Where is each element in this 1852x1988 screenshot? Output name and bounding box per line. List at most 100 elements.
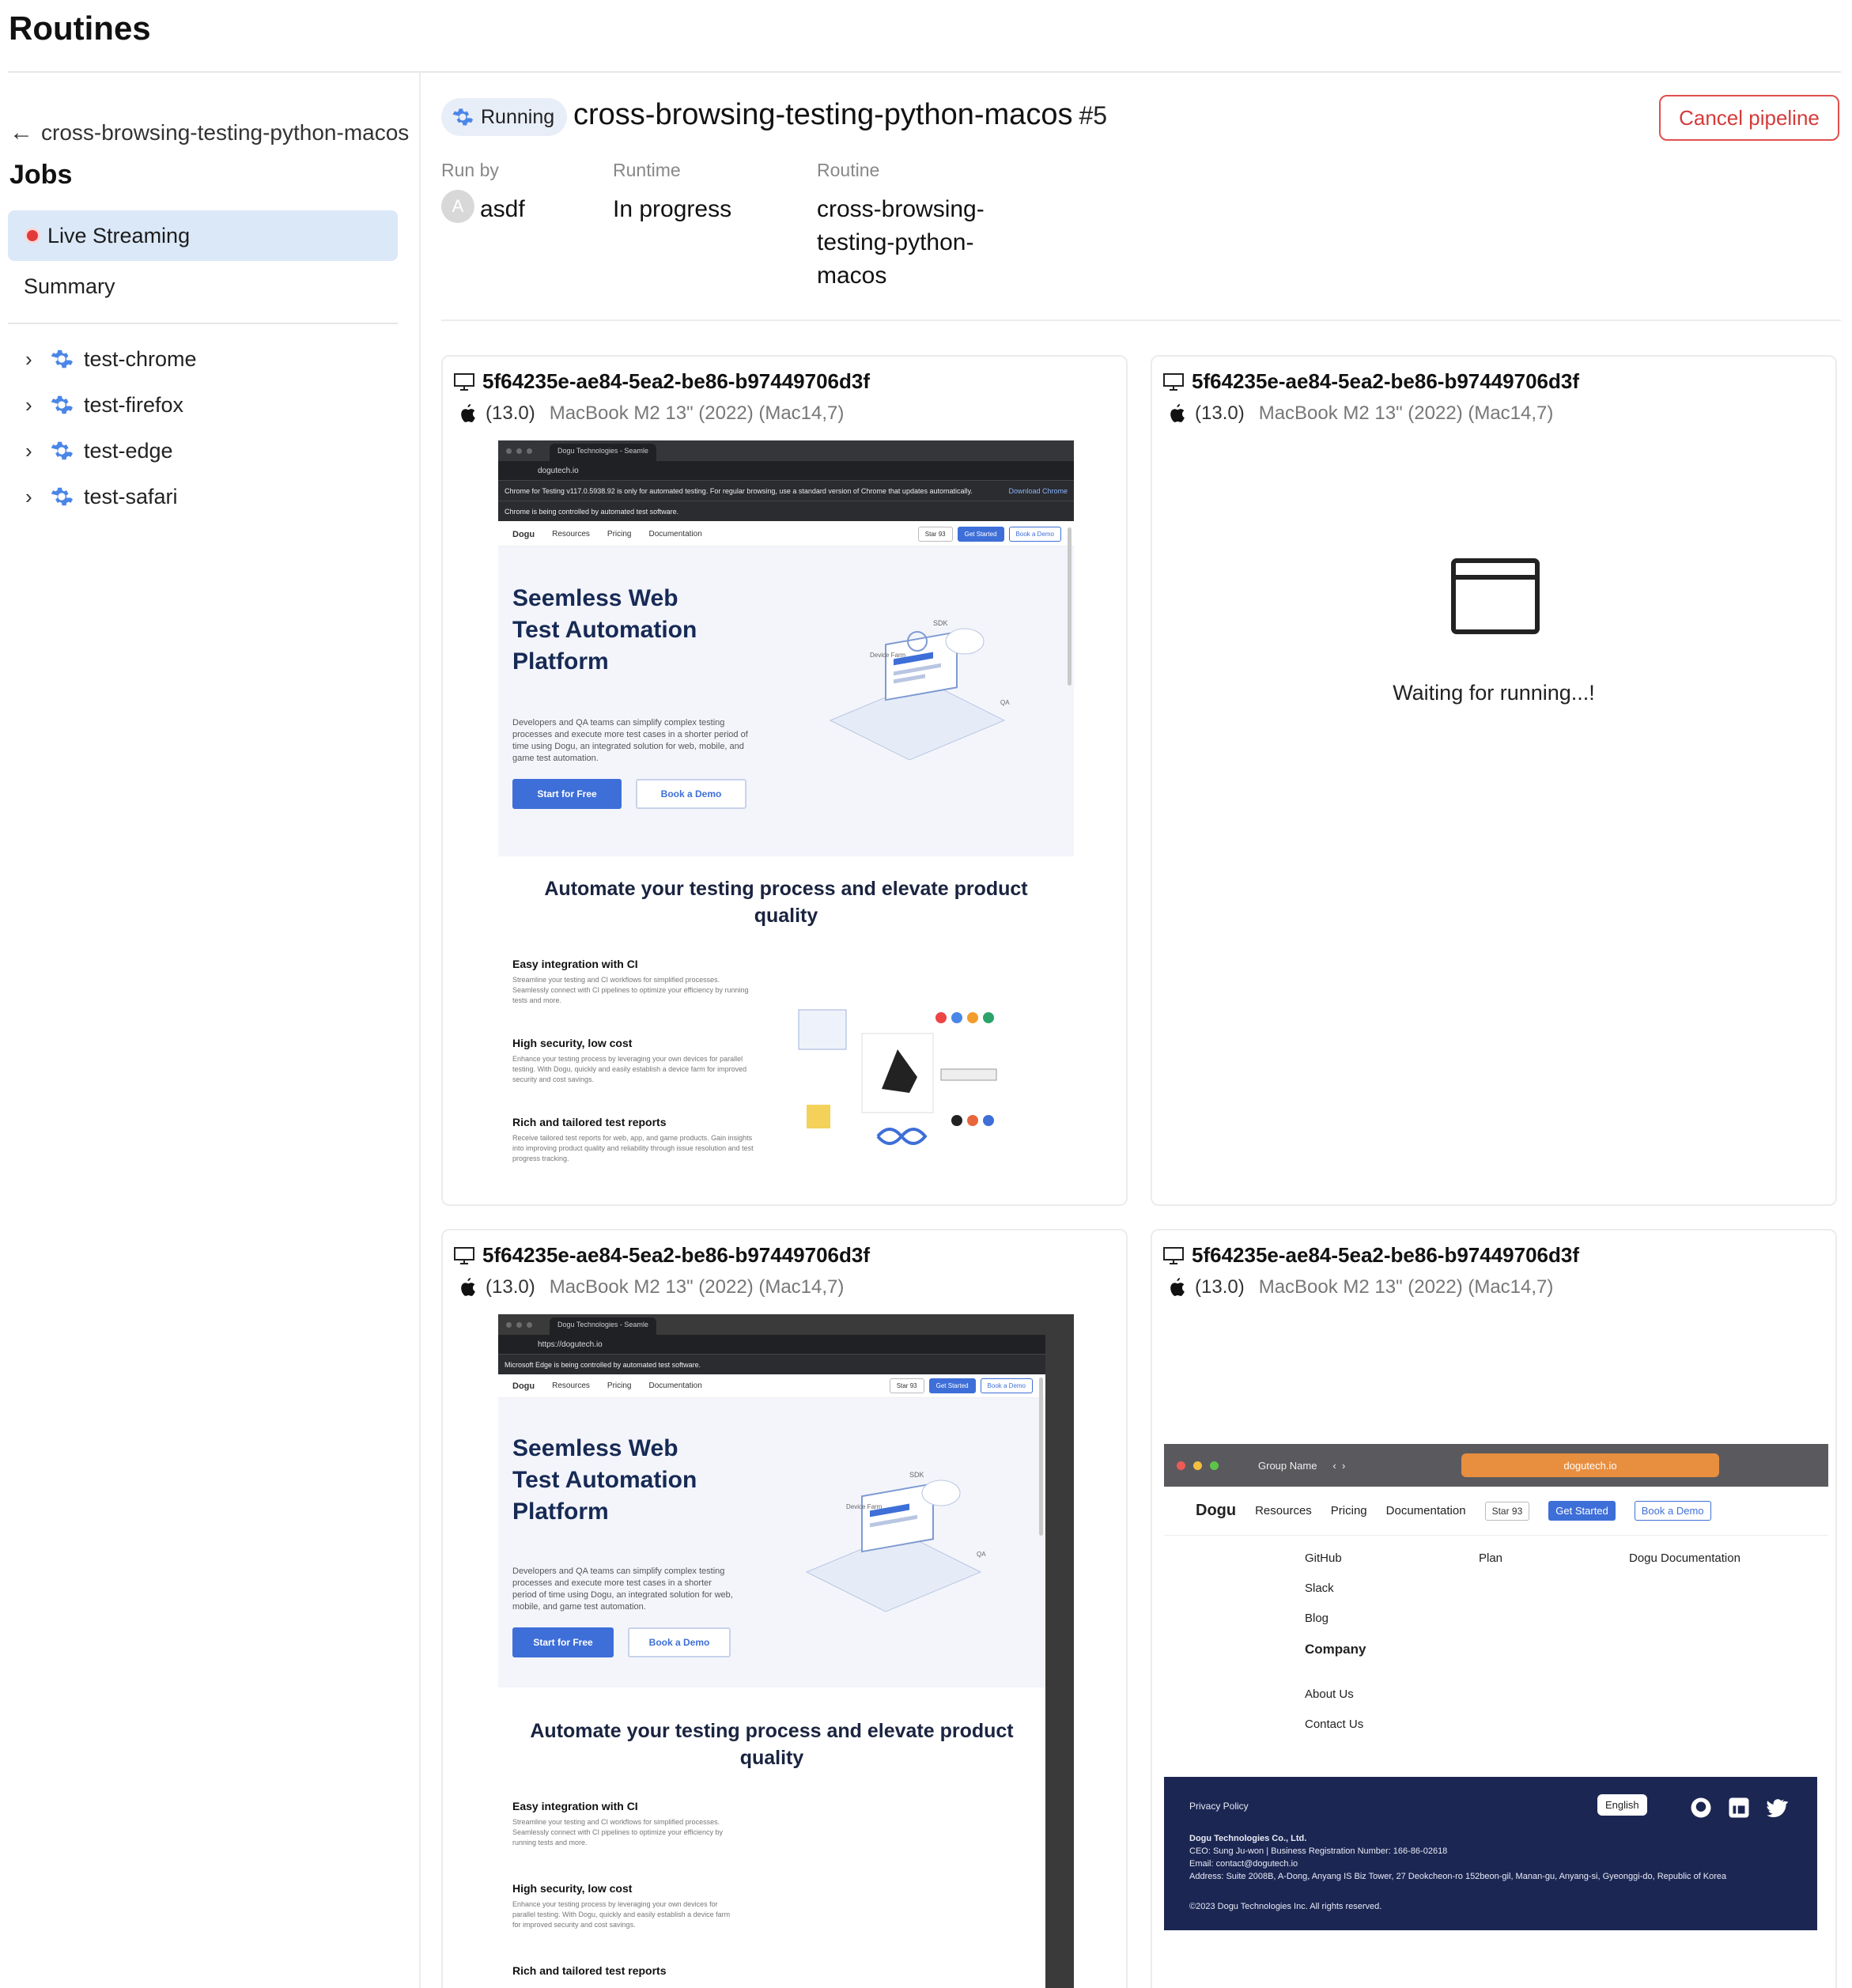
footer-company-heading: Company (1305, 1642, 1366, 1657)
gear-icon (51, 441, 73, 460)
job-item-test-firefox[interactable]: › test-firefox (25, 387, 183, 422)
device-spec: (13.0) MacBook M2 13" (2022) (Mac14,7) (1168, 1276, 1553, 1298)
site-logo: Dogu (512, 529, 535, 539)
browser-tab: Dogu Technologies - Seamle (550, 1317, 656, 1335)
device-model: MacBook M2 13" (2022) (Mac14,7) (1258, 1276, 1554, 1298)
linkedin-icon (1729, 1797, 1749, 1818)
feature-title: Easy integration with CI (512, 1800, 638, 1812)
book-demo-button: Book a Demo (636, 779, 746, 809)
job-item-label: test-chrome (84, 346, 197, 371)
scrollbar[interactable] (1039, 1378, 1043, 1536)
routine-value[interactable]: cross-browsing-testing-python-macos (817, 193, 1007, 293)
back-link[interactable]: ← cross-browsing-testing-python-macos (9, 120, 409, 146)
site-nav-item: Documentation (648, 1381, 702, 1390)
address-bar: https://dogutech.io (498, 1335, 1074, 1354)
feature-description: Receive tailored test reports for web, a… (512, 1134, 754, 1162)
device-id-text: 5f64235e-ae84-5ea2-be86-b97449706d3f (482, 1243, 871, 1267)
device-card: 5f64235e-ae84-5ea2-be86-b97449706d3f (13… (441, 1229, 1128, 1988)
site-footer: Privacy Policy Dogu Technologies Co., Lt… (1164, 1777, 1817, 1930)
monitor-icon (454, 372, 474, 391)
pipeline-title: cross-browsing-testing-python-macos #5 (573, 98, 1107, 132)
os-version: (13.0) (1195, 1276, 1245, 1298)
footer-link: Slack (1305, 1582, 1334, 1595)
avatar: A (441, 190, 474, 223)
feature-title: Rich and tailored test reports (512, 1964, 667, 1977)
gear-icon (51, 395, 73, 414)
get-started-button: Get Started (928, 1378, 976, 1393)
hero-title: Seemless Web Test Automation Platform (512, 585, 697, 675)
pipeline-name: cross-browsing-testing-python-macos (573, 98, 1073, 131)
run-by-value: asdf (480, 196, 525, 222)
book-demo-button: Book a Demo (1008, 527, 1061, 542)
site-nav-item: Pricing (607, 530, 632, 539)
page-title: Routines (9, 9, 151, 47)
site-nav: Dogu Resources Pricing Documentation Sta… (1164, 1487, 1828, 1536)
feature-title: Easy integration with CI (512, 958, 638, 970)
hero-description: Developers and QA teams can simplify com… (512, 1567, 733, 1612)
footer-links-docs: Dogu Documentation (1629, 1544, 1741, 1574)
device-card: 5f64235e-ae84-5ea2-be86-b97449706d3f (13… (1151, 1229, 1837, 1988)
svg-text:Device Farm: Device Farm (846, 1503, 883, 1510)
device-id-text: 5f64235e-ae84-5ea2-be86-b97449706d3f (1192, 369, 1580, 393)
site-logo: Dogu (1196, 1502, 1237, 1519)
device-id: 5f64235e-ae84-5ea2-be86-b97449706d3f (1163, 1243, 1579, 1268)
feature-title: Rich and tailored test reports (512, 1116, 667, 1128)
gear-icon (51, 487, 73, 506)
footer-links-pricing: Plan (1479, 1544, 1502, 1574)
job-item-test-edge[interactable]: › test-edge (25, 433, 173, 468)
device-id: 5f64235e-ae84-5ea2-be86-b97449706d3f (1163, 369, 1579, 394)
feature-description: Streamline your testing and CI workflows… (512, 976, 749, 1004)
footer-link: Contact Us (1305, 1718, 1364, 1731)
feature-title: High security, low cost (512, 1882, 633, 1895)
gear-icon (452, 108, 474, 126)
chevron-right-icon: › (25, 346, 32, 371)
os-version: (13.0) (486, 403, 535, 424)
hero-description: Developers and QA teams can simplify com… (512, 718, 748, 763)
waiting-message: Waiting for running...! (1393, 681, 1595, 705)
github-star-badge: Star 93 (917, 527, 953, 542)
feature-description: Streamline your testing and CI workflows… (512, 1818, 723, 1846)
device-id: 5f64235e-ae84-5ea2-be86-b97449706d3f (454, 369, 870, 394)
site-nav: Dogu Resources Pricing Documentation Sta… (498, 1374, 1045, 1398)
live-stream-screen[interactable]: Dogu Technologies - Seamle https://dogut… (498, 1314, 1074, 1988)
cancel-pipeline-button[interactable]: Cancel pipeline (1659, 95, 1839, 141)
sidebar-item-live-streaming[interactable]: Live Streaming (8, 210, 398, 261)
device-model: MacBook M2 13" (2022) (Mac14,7) (1258, 403, 1554, 424)
status-badge: Running (441, 98, 568, 136)
browser-window-icon (1451, 558, 1540, 634)
hero-illustration: SDK Device Farm QA (805, 1471, 986, 1612)
chevron-right-icon: › (25, 484, 32, 508)
feature-title: High security, low cost (512, 1037, 633, 1049)
site-nav-item: Resources (552, 530, 590, 539)
live-stream-screen[interactable]: Group Name ‹ › dogutech.io Dogu Resource… (1164, 1444, 1828, 1944)
section-title: Automate your testing process and elevat… (544, 878, 1028, 927)
feature-description: Enhance your testing process by leveragi… (512, 1900, 731, 1929)
company-info: Dogu Technologies Co., Ltd. CEO: Sung Ju… (1189, 1834, 1727, 1881)
hero-section: Seemless Web Test Automation Platform De… (498, 1398, 1045, 1688)
chevron-right-icon: › (25, 392, 32, 417)
device-model: MacBook M2 13" (2022) (Mac14,7) (549, 403, 845, 424)
job-item-test-safari[interactable]: › test-safari (25, 479, 178, 514)
jobs-heading: Jobs (9, 160, 73, 190)
privacy-policy-link: Privacy Policy (1189, 1801, 1249, 1812)
apple-icon (461, 1278, 475, 1296)
github-star-badge: Star 93 (1484, 1501, 1530, 1521)
pipeline-number: #5 (1079, 101, 1108, 130)
site-logo: Dogu (512, 1381, 535, 1391)
book-demo-button: Book a Demo (628, 1627, 731, 1657)
book-demo-button: Book a Demo (1634, 1501, 1711, 1521)
automation-banner: Microsoft Edge is being controlled by au… (498, 1354, 1074, 1374)
get-started-button: Get Started (957, 527, 1004, 542)
scrollbar[interactable] (1068, 527, 1072, 686)
site-nav: Dogu Resources Pricing Documentation Sta… (498, 523, 1074, 546)
status-label: Running (481, 105, 555, 128)
sidebar-item-summary[interactable]: Summary (24, 270, 115, 302)
browser-side-panel (1045, 1314, 1074, 1988)
address-bar: dogutech.io (498, 461, 1074, 480)
footer-link: Blog (1305, 1612, 1329, 1625)
job-item-test-chrome[interactable]: › test-chrome (25, 342, 197, 376)
get-started-button: Get Started (1548, 1501, 1616, 1521)
chevron-right-icon: › (25, 438, 32, 463)
live-stream-screen[interactable]: Dogu Technologies - Seamle dogutech.io C… (498, 440, 1074, 1198)
site-nav-item: Documentation (648, 530, 702, 539)
